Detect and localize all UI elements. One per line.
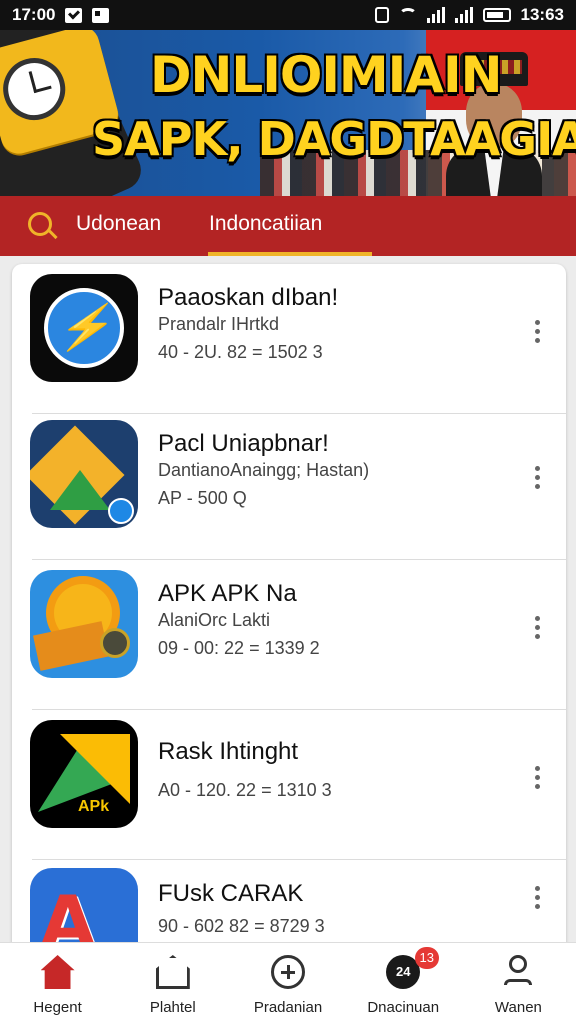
nav-label: Plahtel [149, 999, 196, 1016]
battery-icon [482, 8, 511, 22]
nav-item-profile[interactable]: Wanen [461, 943, 576, 1025]
clock-text: 17:00 [12, 5, 56, 24]
app-meta: 40 - 2U. 82 = 1502 3 [158, 342, 323, 362]
nav-item-add[interactable]: Pradanian [230, 943, 345, 1025]
apk-triangle-app-icon: APk [30, 720, 138, 828]
app-meta: A0 - 120. 22 = 1310 3 [158, 780, 332, 800]
list-item[interactable]: Pacl Uniapbnar! DantianoAnaingg; Hastan)… [12, 410, 566, 560]
blue-circle-app-icon: ⚡ [30, 274, 138, 382]
plus-circle-icon [271, 955, 305, 989]
app-name: Rask Ihtinght [158, 738, 299, 765]
nav-label: Pradanian [253, 999, 323, 1016]
promo-banner[interactable]: DNLIOIMIAIN SAPK, DAGDTAAGIA [0, 30, 576, 196]
app-meta: AP - 500 Q [158, 488, 247, 508]
list-item[interactable]: APk Rask Ihtinght A0 - 120. 22 = 1310 3 [12, 710, 566, 860]
tab-bar: Udonean Indoncatiian [0, 196, 576, 433]
signal-icon [426, 7, 445, 23]
search-icon[interactable] [28, 212, 52, 236]
tab-udonean[interactable]: Udonean [76, 212, 161, 236]
more-options-icon[interactable] [535, 466, 540, 489]
tab-selected-indicator [208, 252, 372, 256]
app-list: ⚡ Paaoskan dIban! Prandalr IHrtkd 40 - 2… [12, 264, 566, 964]
list-item[interactable]: APK APK Na AlaniOrc Lakti 09 - 00: 22 = … [12, 560, 566, 710]
check-icon [65, 7, 83, 23]
more-options-icon[interactable] [535, 886, 540, 909]
app-name: Paaoskan dIban! [158, 284, 339, 311]
app-subtitle: Prandalr IHrtkd [158, 314, 280, 334]
nav-label: Dnacinuan [367, 999, 440, 1016]
nav-item-store[interactable]: Plahtel [115, 943, 230, 1025]
tab-indoncatiian[interactable]: Indoncatiian [209, 212, 322, 236]
notification-badge: 13 [414, 947, 439, 969]
app-subtitle: DantianoAnaingg; Hastan) [158, 460, 370, 480]
sun-box-app-icon [30, 570, 138, 678]
list-item[interactable]: ⚡ Paaoskan dIban! Prandalr IHrtkd 40 - 2… [12, 264, 566, 414]
home-icon [40, 955, 75, 989]
more-options-icon[interactable] [535, 320, 540, 343]
user-icon [501, 955, 535, 989]
image-icon [92, 7, 110, 23]
vibrate-icon [374, 7, 389, 23]
banner-title-line2: SAPK, DAGDTAAGIA [92, 112, 576, 166]
nav-label: Hegent [33, 999, 82, 1016]
app-icon-label: APk [78, 798, 110, 815]
bottom-navigation: Hegent Plahtel Pradanian 24 13 Dnacinuan… [0, 942, 576, 1025]
wifi-icon [398, 8, 417, 22]
app-subtitle: AlaniOrc Lakti [158, 610, 271, 630]
nav-label: Wanen [494, 999, 542, 1016]
app-name: Pacl Uniapbnar! [158, 430, 329, 457]
app-name: APK APK Na [158, 580, 297, 607]
clock-dial-icon [0, 51, 73, 128]
nav-item-downloads[interactable]: 24 13 Dnacinuan [346, 943, 461, 1025]
more-options-icon[interactable] [535, 616, 540, 639]
yellow-green-app-icon [30, 420, 138, 528]
status-time-right: 13:63 [520, 5, 564, 24]
banner-title-line1: DNLIOIMIAIN [150, 46, 502, 104]
nav-item-home[interactable]: Hegent [0, 943, 115, 1025]
app-meta: 90 - 602 82 = 8729 3 [158, 916, 325, 936]
app-name: FUsk CARAK [158, 880, 304, 907]
signal-icon-2 [454, 7, 473, 23]
status-bar: 17:00 13:63 [0, 0, 576, 30]
more-options-icon[interactable] [535, 766, 540, 789]
store-icon [155, 955, 190, 989]
app-meta: 09 - 00: 22 = 1339 2 [158, 638, 320, 658]
